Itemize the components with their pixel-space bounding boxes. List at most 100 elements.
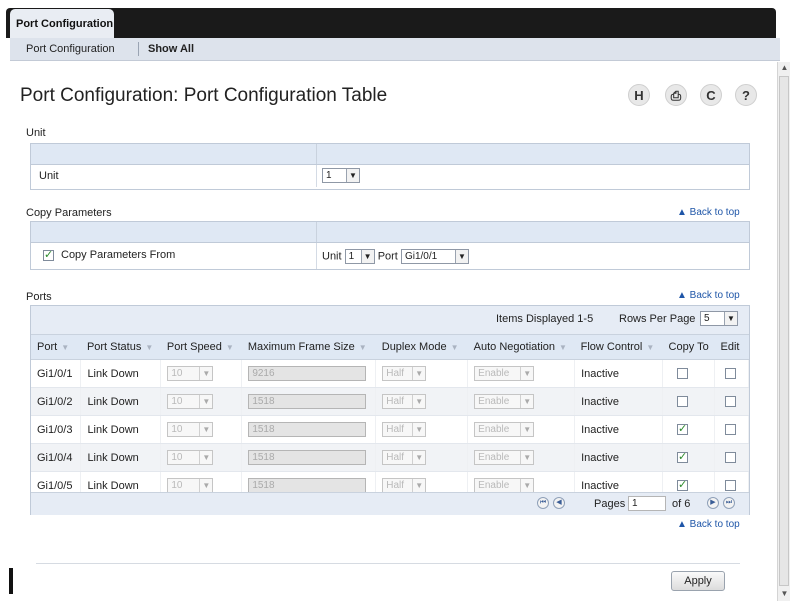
unit-section-title: Unit [26, 127, 46, 139]
subnav-show-all[interactable]: Show All [148, 43, 194, 55]
port-cell: Gi1/0/4 [31, 443, 82, 472]
flow-control-cell: Inactive [574, 443, 664, 472]
copy-port-label: Port [377, 250, 398, 263]
frame-size-cell: 1518 [241, 443, 377, 472]
flow-control-cell: Inactive [574, 387, 664, 416]
column-header-max-frame-size[interactable]: Maximum Frame Size ▼ [241, 335, 376, 360]
auto-negotiation-cell: Enable ▼ [467, 359, 576, 388]
edit-checkbox[interactable] [725, 480, 736, 492]
copy-to-checkbox[interactable] [677, 396, 689, 408]
sort-icon: ▼ [646, 343, 655, 352]
copy-port-select[interactable]: Gi1/0/1 ▼ [400, 249, 469, 264]
table-row: Gi1/0/2 Link Down 10 ▼ 1518 Half ▼ Enable ▼ Inact… [31, 387, 749, 416]
print-icon[interactable]: ⎙ [665, 84, 687, 106]
column-header-flow-control[interactable]: Flow Control ▼ [574, 335, 663, 360]
duplex-select: Half ▼ [382, 394, 427, 409]
column-header-port-speed[interactable]: Port Speed ▼ [160, 335, 242, 360]
chevron-down-icon: ▼ [454, 250, 468, 263]
previous-page-icon[interactable]: ◀ [553, 497, 565, 509]
port-cell: Gi1/0/1 [31, 359, 82, 388]
edit-checkbox[interactable] [725, 424, 736, 436]
copy-to-checkbox[interactable] [677, 450, 689, 464]
back-to-top-link[interactable]: ▲ Back to top [677, 207, 740, 218]
column-header-edit: Edit [714, 335, 749, 360]
copy-parameters-checkbox[interactable] [43, 248, 54, 261]
chevron-down-icon: ▼ [412, 367, 426, 380]
edit-checkbox[interactable] [725, 368, 736, 380]
rows-per-page-select[interactable]: 5 ▼ [700, 311, 738, 326]
copy-box-header [31, 222, 749, 243]
port-status-cell: Link Down [80, 387, 162, 416]
edit-checkbox[interactable] [725, 452, 736, 464]
flow-control-cell: Inactive [574, 359, 664, 388]
last-page-icon[interactable]: ⏭ [723, 497, 735, 509]
footer-divider [36, 563, 740, 564]
apply-button[interactable]: Apply [671, 571, 725, 591]
subnav-port-configuration[interactable]: Port Configuration [26, 43, 115, 55]
copy-to-checkbox[interactable] [677, 478, 689, 492]
port-speed-cell: 10 ▼ [160, 415, 243, 444]
chevron-down-icon: ▼ [412, 395, 426, 408]
copy-section-title: Copy Parameters [26, 207, 112, 219]
back-to-top-link[interactable]: ▲ Back to top [677, 290, 740, 301]
auto-negotiation-cell: Enable ▼ [467, 443, 576, 472]
scroll-down-icon[interactable]: ▼ [779, 588, 790, 600]
first-page-icon[interactable]: ⏮ [537, 497, 549, 509]
port-speed-cell: 10 ▼ [160, 387, 243, 416]
duplex-select: Half ▼ [382, 366, 427, 381]
column-header-auto-negotiation[interactable]: Auto Negotiation ▼ [467, 335, 575, 360]
sort-icon: ▼ [145, 343, 154, 352]
sort-icon: ▼ [225, 343, 234, 352]
chevron-down-icon: ▼ [199, 367, 213, 380]
frame-size-input: 1518 [248, 450, 367, 465]
copy-unit-select[interactable]: 1 ▼ [344, 249, 375, 264]
table-row: Gi1/0/3 Link Down 10 ▼ 1518 Half ▼ Enable ▼ Inact… [31, 415, 749, 444]
copy-to-checkbox[interactable] [677, 422, 689, 436]
edit-checkbox[interactable] [725, 396, 736, 408]
duplex-cell: Half ▼ [375, 359, 469, 388]
flow-control-cell: Inactive [574, 415, 664, 444]
chevron-down-icon: ▼ [199, 423, 213, 436]
refresh-icon[interactable]: C [700, 84, 722, 106]
port-speed-cell: 10 ▼ [160, 359, 243, 388]
ports-section-title: Ports [26, 291, 52, 303]
back-to-top-link[interactable]: ▲ Back to top [677, 519, 740, 530]
frame-size-input: 9216 [248, 366, 367, 381]
scroll-up-icon[interactable]: ▲ [779, 62, 790, 74]
unit-box: Unit 1 ▼ [30, 143, 750, 190]
column-header-port-status[interactable]: Port Status ▼ [80, 335, 161, 360]
port-status-cell: Link Down [80, 443, 162, 472]
port-status-cell: Link Down [80, 415, 162, 444]
tab-port-configuration[interactable]: Port Configuration [10, 9, 114, 38]
unit-select[interactable]: 1 ▼ [322, 168, 360, 183]
chevron-down-icon: ▼ [724, 312, 737, 325]
chevron-down-icon: ▼ [199, 395, 213, 408]
copy-to-checkbox[interactable] [677, 368, 689, 380]
column-header-port[interactable]: Port ▼ [31, 335, 81, 360]
column-header-duplex-mode[interactable]: Duplex Mode ▼ [375, 335, 468, 360]
scroll-thumb[interactable] [779, 76, 789, 586]
duplex-select: Half ▼ [382, 422, 427, 437]
vertical-scrollbar[interactable]: ▲ ▼ [777, 62, 790, 601]
chevron-down-icon: ▼ [520, 451, 534, 464]
port-speed-select: 10 ▼ [167, 478, 214, 493]
table-row: Gi1/0/1 Link Down 10 ▼ 9216 Half ▼ Enable ▼ Inact… [31, 359, 749, 388]
sort-icon: ▼ [358, 343, 367, 352]
frame-size-input: 1518 [248, 422, 367, 437]
duplex-cell: Half ▼ [375, 387, 469, 416]
port-status-cell: Link Down [80, 359, 162, 388]
port-speed-cell: 10 ▼ [160, 443, 243, 472]
next-page-icon[interactable]: ▶ [707, 497, 719, 509]
page-number-input[interactable] [628, 496, 666, 511]
ports-table-toolbar: Items Displayed 1-5 Rows Per Page 5 ▼ [31, 306, 749, 335]
help-icon[interactable]: ? [735, 84, 757, 106]
port-cell: Gi1/0/3 [31, 415, 82, 444]
save-icon[interactable]: H [628, 84, 650, 106]
subnav-divider [138, 42, 139, 56]
sub-navigation: Port Configuration Show All [10, 38, 780, 61]
ports-table-header: Port ▼ Port Status ▼ Port Speed ▼ Maximum F… [31, 335, 749, 360]
ports-table-container: Items Displayed 1-5 Rows Per Page 5 ▼ Por… [30, 305, 750, 515]
items-displayed: Items Displayed 1-5 [496, 313, 594, 325]
copy-parameters-label: Copy Parameters From [61, 249, 176, 261]
copy-from-controls: Unit 1 ▼ Port Gi1/0/1 ▼ [322, 249, 469, 264]
